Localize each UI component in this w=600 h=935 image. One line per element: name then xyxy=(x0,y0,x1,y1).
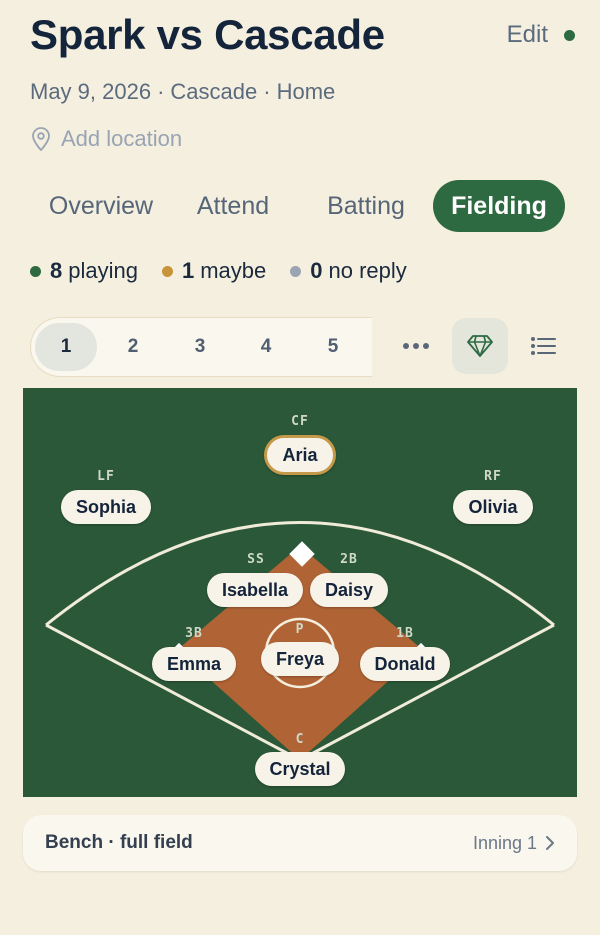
no-reply-number: 0 xyxy=(310,258,323,283)
no-reply-dot xyxy=(290,265,302,277)
position-label-rf: RF xyxy=(484,469,502,484)
bench-inning-label: Inning 1 xyxy=(472,832,537,853)
no-reply-count: 0 no reply xyxy=(290,258,407,284)
inning-button-2[interactable]: 2 xyxy=(102,323,164,371)
game-meta: May 9, 2026 · Cascade · Home xyxy=(30,78,335,106)
player-chip-c[interactable]: Crystal xyxy=(255,752,345,786)
inning-button-5[interactable]: 5 xyxy=(302,323,364,371)
inning-button-4[interactable]: 4 xyxy=(235,323,297,371)
position-label-3b: 3B xyxy=(185,626,203,641)
position-label-2b: 2B xyxy=(340,552,358,567)
player-chip-2b[interactable]: Daisy xyxy=(310,573,388,607)
list-icon xyxy=(531,337,556,355)
player-chip-1b[interactable]: Donald xyxy=(360,647,450,681)
player-chip-lf[interactable]: Sophia xyxy=(61,490,151,524)
position-label-cf: CF xyxy=(291,414,309,429)
more-dots-icon xyxy=(403,343,429,349)
playing-count: 8 playing xyxy=(30,258,138,284)
playing-number: 8 xyxy=(50,258,63,283)
bench-row[interactable]: Bench · full field Inning 1 xyxy=(23,815,577,871)
tab-overview[interactable]: Overview xyxy=(30,180,172,232)
inning-button-3[interactable]: 3 xyxy=(169,323,231,371)
gem-icon xyxy=(467,335,493,357)
add-location-label: Add location xyxy=(61,126,183,151)
no-reply-label: no reply xyxy=(328,258,407,283)
tab-fielding[interactable]: Fielding xyxy=(433,180,565,232)
inning-selector: 1 2 3 4 5 xyxy=(30,317,372,377)
tab-bar: Overview Attend Batting Fielding xyxy=(30,180,570,232)
bench-inning: Inning 1 xyxy=(473,833,555,854)
attendance-summary: 8 playing 1 maybe 0 no reply xyxy=(30,256,431,286)
game-venue: Home xyxy=(276,79,336,104)
player-chip-ss[interactable]: Isabella xyxy=(207,573,303,607)
add-location-button[interactable]: Add location xyxy=(30,124,182,154)
playing-label: playing xyxy=(68,258,138,283)
player-chip-p[interactable]: Freya xyxy=(261,642,339,676)
meta-separator: · xyxy=(157,79,165,104)
header: Spark vs Cascade Edit xyxy=(30,10,575,60)
position-label-ss: SS xyxy=(247,552,265,567)
status-dot xyxy=(564,29,575,41)
playing-dot xyxy=(30,265,41,277)
tab-batting[interactable]: Batting xyxy=(310,180,422,232)
bench-title: Bench · full field xyxy=(45,832,193,853)
game-date: May 9, 2026 xyxy=(30,79,152,104)
player-chip-cf[interactable]: Aria xyxy=(264,435,336,475)
position-label-c: C xyxy=(295,732,305,747)
more-innings-button[interactable] xyxy=(388,318,444,374)
maybe-number: 1 xyxy=(181,258,195,283)
maybe-dot xyxy=(161,265,173,277)
map-pin-icon xyxy=(32,127,50,151)
player-chip-3b[interactable]: Emma xyxy=(152,647,236,681)
maybe-label: maybe xyxy=(200,258,267,283)
list-view-button[interactable] xyxy=(515,318,571,374)
inning-button-1[interactable]: 1 xyxy=(35,323,97,371)
baseball-field: CF Aria LF Sophia RF Olivia SS Isabella … xyxy=(23,388,577,797)
position-label-1b: 1B xyxy=(396,626,414,641)
meta-separator: · xyxy=(263,79,271,104)
chevron-right-icon xyxy=(546,836,554,850)
tab-attend[interactable]: Attend xyxy=(172,180,294,232)
page-title: Spark vs Cascade xyxy=(30,11,385,58)
maybe-count: 1 maybe xyxy=(161,258,267,284)
position-label-p: P xyxy=(295,622,305,637)
field-view-button[interactable] xyxy=(452,318,508,374)
edit-button[interactable]: Edit xyxy=(507,20,575,50)
player-chip-rf[interactable]: Olivia xyxy=(453,490,533,524)
edit-label: Edit xyxy=(506,21,548,48)
position-label-lf: LF xyxy=(97,469,115,484)
game-opponent: Cascade xyxy=(170,79,258,104)
